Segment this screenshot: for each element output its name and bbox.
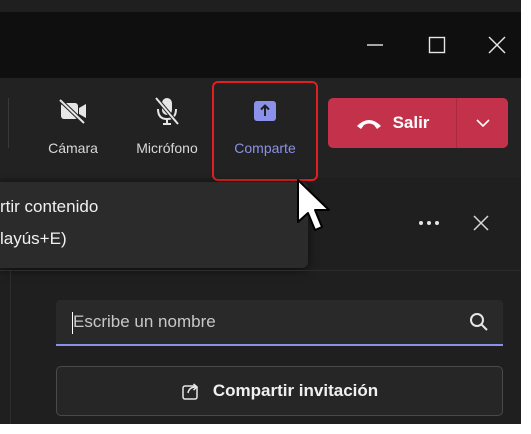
microphone-label: Micrófono xyxy=(136,140,198,156)
mouse-pointer-icon xyxy=(297,179,330,231)
share-label: Comparte xyxy=(234,140,296,156)
camera-button[interactable]: Cámara xyxy=(38,90,108,162)
share-link-icon xyxy=(182,383,198,400)
title-bar xyxy=(0,12,521,78)
panel-divider xyxy=(0,270,521,271)
camera-off-icon xyxy=(58,98,86,124)
more-icon xyxy=(419,221,439,225)
meeting-window: Cámara Micrófono Comparte Salir rtir con… xyxy=(0,0,531,434)
search-icon[interactable] xyxy=(469,312,489,332)
search-input[interactable] xyxy=(73,312,453,332)
close-icon xyxy=(473,215,489,231)
share-button[interactable]: Comparte xyxy=(212,81,318,181)
text-caret xyxy=(72,312,73,334)
close-window-button[interactable] xyxy=(474,12,520,78)
share-invitation-label: Compartir invitación xyxy=(212,381,379,400)
maximize-icon xyxy=(428,36,446,54)
close-panel-button[interactable] xyxy=(466,208,496,238)
close-icon xyxy=(488,36,506,54)
phone-hangup-icon xyxy=(356,120,381,129)
share-tooltip: rtir contenido layús+E) xyxy=(0,182,308,268)
screenshot-edge-bottom xyxy=(0,424,531,434)
meeting-toolbar: Cámara Micrófono Comparte Salir xyxy=(0,78,521,181)
leave-options-button[interactable] xyxy=(457,98,508,148)
tooltip-line-2: layús+E) xyxy=(0,229,67,248)
share-screen-icon xyxy=(254,101,276,121)
screenshot-edge-right xyxy=(521,0,531,434)
tooltip-line-1: rtir contenido xyxy=(0,197,99,216)
leave-button[interactable]: Salir xyxy=(328,98,456,148)
minimize-button[interactable] xyxy=(352,12,398,78)
leave-label: Salir xyxy=(392,113,430,132)
search-field[interactable] xyxy=(56,300,503,346)
toolbar-divider xyxy=(8,98,9,148)
leave-button-group: Salir xyxy=(328,98,508,148)
microphone-button[interactable]: Micrófono xyxy=(122,90,212,162)
chevron-down-icon xyxy=(475,119,490,128)
maximize-button[interactable] xyxy=(414,12,460,78)
camera-label: Cámara xyxy=(48,140,98,156)
minimize-icon xyxy=(367,44,383,46)
share-invitation-button[interactable]: Compartir invitación xyxy=(56,366,503,416)
mic-off-icon xyxy=(154,96,180,126)
more-options-button[interactable] xyxy=(414,208,444,238)
panel-left-border xyxy=(10,270,11,434)
